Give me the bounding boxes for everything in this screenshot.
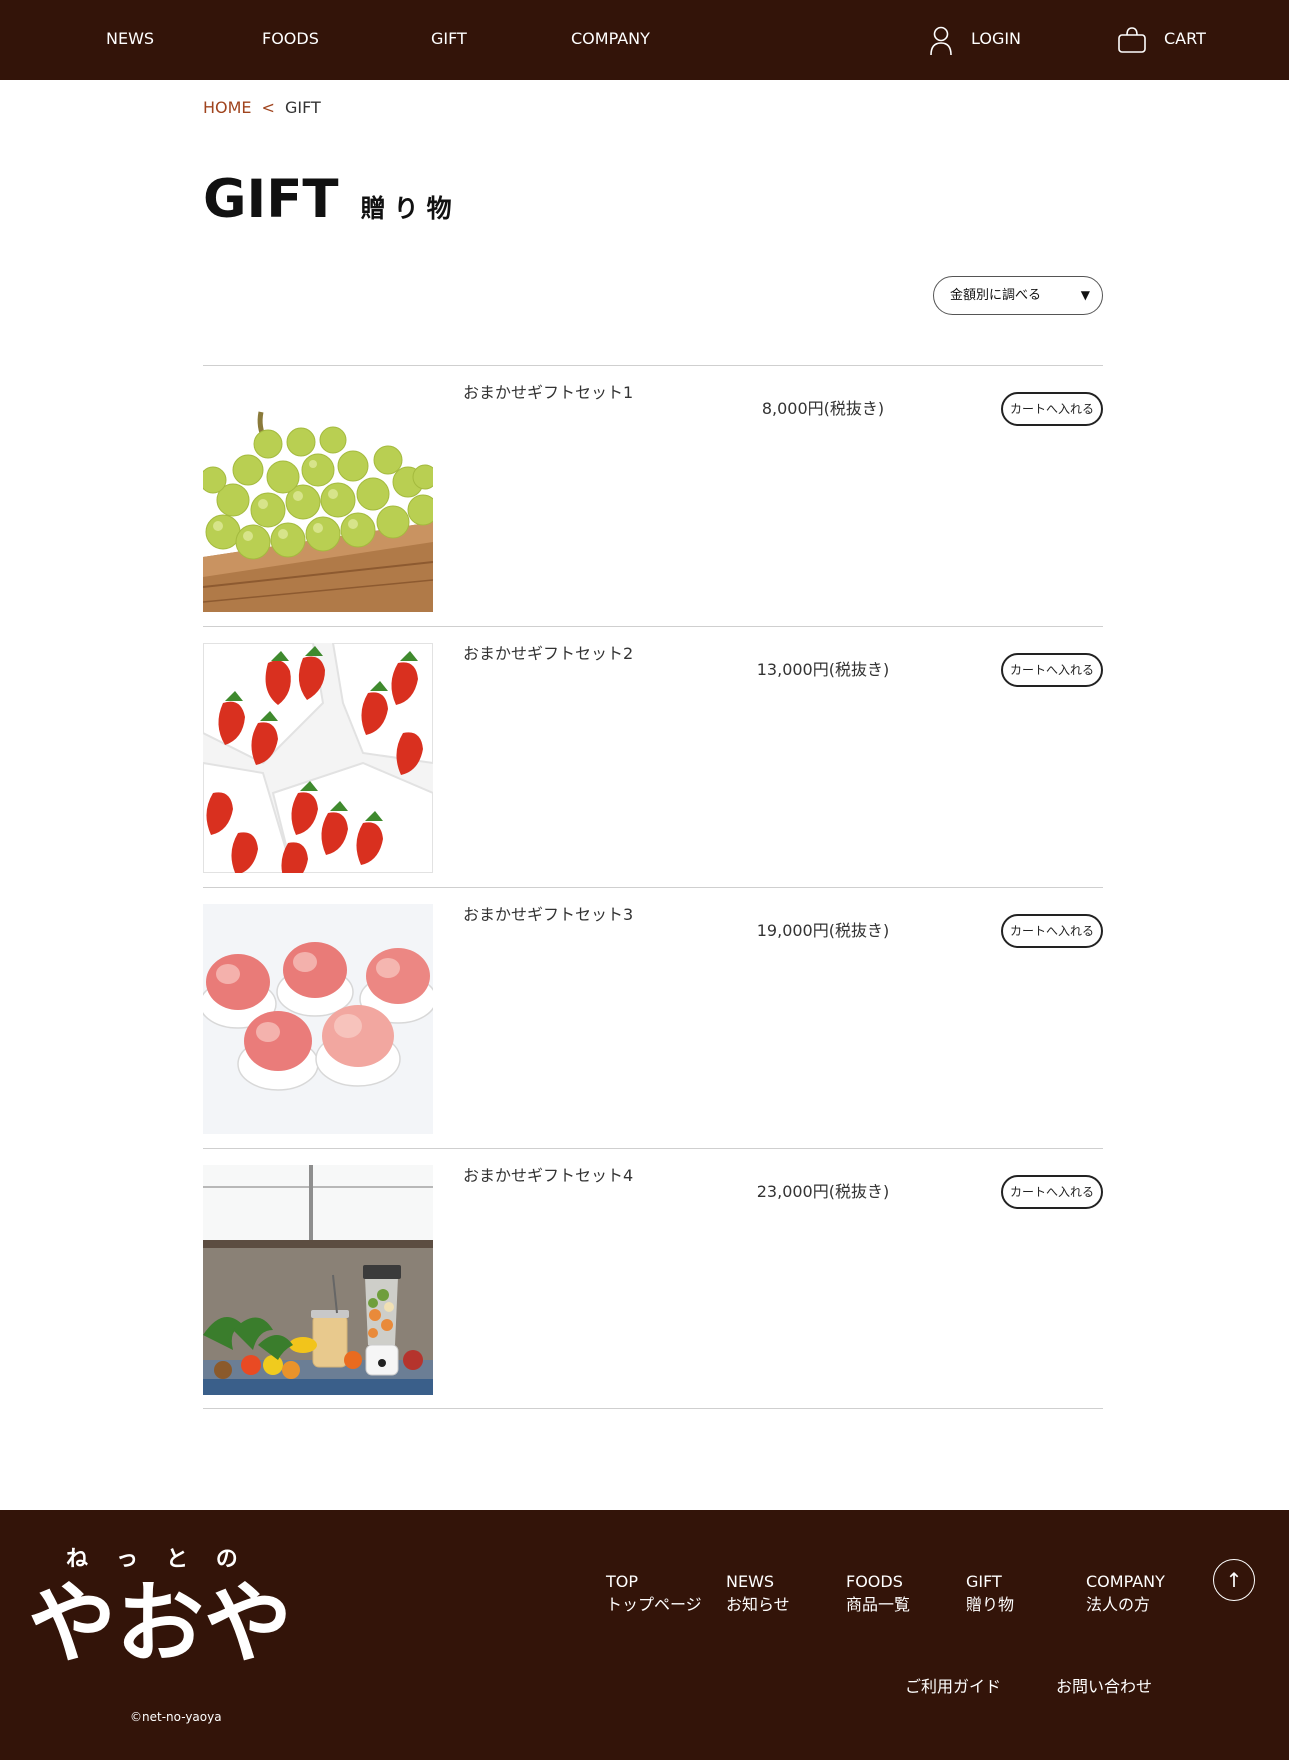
product-list: おまかせギフトセット1 8,000円(税抜き) カートへ入れる おまかせギフトセ…	[203, 365, 1103, 1409]
page-title: GIFT 贈り物	[203, 170, 460, 230]
login-link[interactable]: LOGIN	[971, 28, 1021, 50]
site-logo[interactable]: ねっとの やおや	[28, 1546, 328, 1675]
product-name[interactable]: おまかせギフトセット2	[463, 643, 633, 665]
footer-nav-gift[interactable]: GIFT 贈り物	[966, 1570, 1014, 1616]
footer-nav-label-jp: 商品一覧	[846, 1595, 911, 1614]
product-name[interactable]: おまかせギフトセット3	[463, 904, 633, 926]
price-filter-value: 金額別に調べる	[950, 288, 1042, 303]
add-to-cart-button[interactable]: カートへ入れる	[1001, 1175, 1103, 1209]
product-price: 13,000円(税抜き)	[756, 660, 890, 679]
footer-nav-label-jp: お知らせ	[726, 1595, 790, 1614]
footer-nav-label-jp: 法人の方	[1086, 1595, 1151, 1614]
footer-nav-label-en: GIFT	[966, 1572, 1002, 1591]
site-header: NEWS FOODS GIFT COMPANY LOGIN CART	[0, 0, 1289, 80]
product-price: 8,000円(税抜き)	[761, 399, 885, 418]
product-image-strawberries[interactable]	[203, 643, 433, 873]
add-to-cart-button[interactable]: カートへ入れる	[1001, 653, 1103, 687]
product-row: おまかせギフトセット4 23,000円(税抜き) カートへ入れる	[203, 1148, 1103, 1409]
footer-nav-label-jp: トップページ	[606, 1595, 702, 1614]
nav-gift[interactable]: GIFT	[431, 28, 467, 50]
copyright: ©net-no-yaoya	[130, 1710, 222, 1724]
site-footer: ねっとの やおや ©net-no-yaoya TOP トップページ NEWS お…	[0, 1510, 1289, 1760]
user-icon[interactable]	[929, 26, 953, 56]
footer-nav-label-en: COMPANY	[1086, 1572, 1165, 1591]
footer-nav-label-en: TOP	[606, 1572, 639, 1591]
product-price: 19,000円(税抜き)	[756, 921, 890, 940]
footer-nav-news[interactable]: NEWS お知らせ	[726, 1570, 790, 1616]
product-row: おまかせギフトセット1 8,000円(税抜き) カートへ入れる	[203, 365, 1103, 626]
breadcrumb-current: GIFT	[284, 98, 321, 117]
product-image-peaches[interactable]	[203, 904, 433, 1134]
guide-link[interactable]: ご利用ガイド	[905, 1676, 1001, 1698]
add-to-cart-button[interactable]: カートへ入れる	[1001, 914, 1103, 948]
scroll-to-top-button[interactable]: ↑	[1213, 1559, 1255, 1601]
contact-link[interactable]: お問い合わせ	[1056, 1676, 1152, 1698]
footer-nav-foods[interactable]: FOODS 商品一覧	[846, 1570, 910, 1616]
footer-nav-company[interactable]: COMPANY 法人の方	[1086, 1570, 1165, 1616]
footer-nav-label-en: FOODS	[846, 1572, 903, 1591]
product-price: 23,000円(税抜き)	[756, 1182, 890, 1201]
breadcrumb-separator: <	[261, 98, 275, 117]
footer-nav-label-jp: 贈り物	[966, 1595, 1015, 1614]
product-row: おまかせギフトセット2 13,000円(税抜き) カートへ入れる	[203, 626, 1103, 887]
page-title-en: GIFT	[203, 169, 339, 230]
product-name[interactable]: おまかせギフトセット1	[463, 382, 633, 404]
nav-foods[interactable]: FOODS	[262, 28, 319, 50]
product-row: おまかせギフトセット3 19,000円(税抜き) カートへ入れる	[203, 887, 1103, 1148]
product-image-smoothie-blender[interactable]	[203, 1165, 433, 1395]
cart-link[interactable]: CART	[1164, 28, 1206, 50]
product-image-grapes[interactable]	[203, 382, 433, 612]
product-name[interactable]: おまかせギフトセット4	[463, 1165, 633, 1187]
chevron-down-icon: ▼	[1080, 288, 1090, 302]
add-to-cart-button[interactable]: カートへ入れる	[1001, 392, 1103, 426]
price-filter-select[interactable]: 金額別に調べる ▼	[933, 276, 1103, 315]
cart-bag-icon[interactable]	[1117, 26, 1147, 54]
footer-nav-label-en: NEWS	[726, 1572, 775, 1591]
breadcrumb-home[interactable]: HOME	[203, 98, 252, 117]
page-title-jp: 贈り物	[360, 194, 460, 223]
logo-small-text: ねっとの	[66, 1547, 266, 1572]
nav-company[interactable]: COMPANY	[571, 28, 650, 50]
breadcrumb: HOME < GIFT	[203, 97, 321, 119]
footer-nav-top[interactable]: TOP トップページ	[606, 1570, 702, 1616]
nav-news[interactable]: NEWS	[106, 28, 154, 50]
logo-large-text: やおや	[28, 1572, 292, 1666]
